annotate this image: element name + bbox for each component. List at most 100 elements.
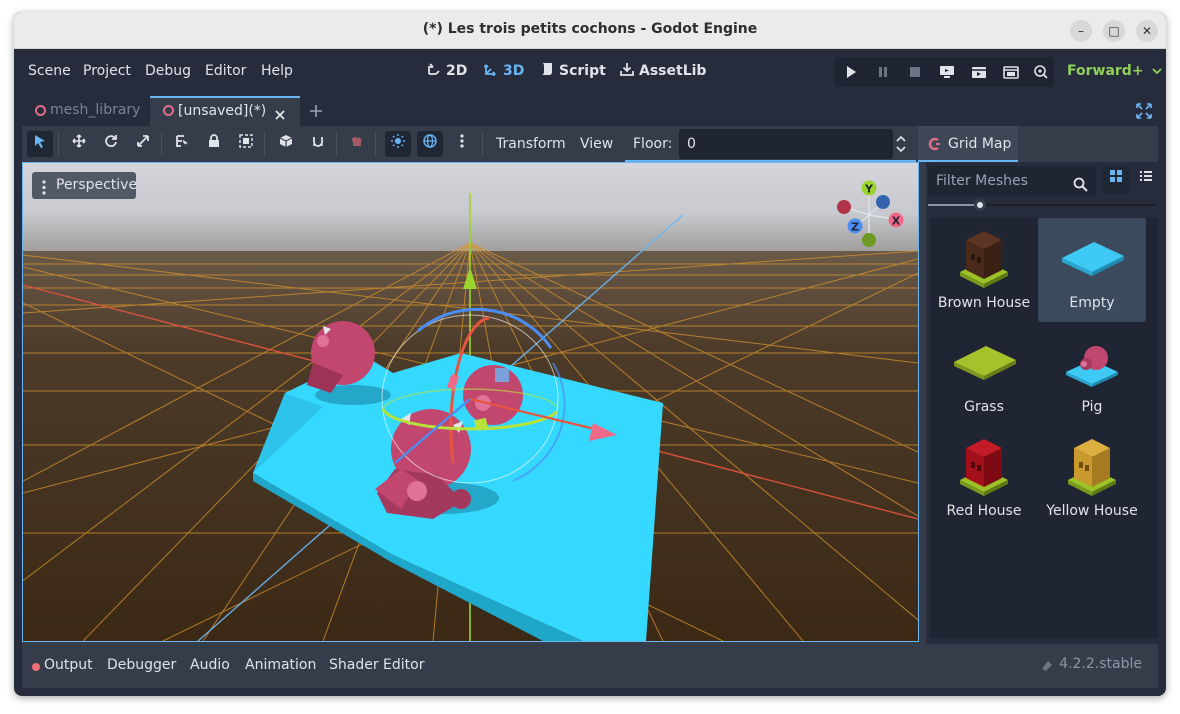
group-button[interactable]: [233, 131, 259, 157]
bottom-tab-animation[interactable]: Animation: [245, 657, 316, 673]
mesh-item-grass[interactable]: Grass: [930, 322, 1038, 426]
move-mode-button[interactable]: [66, 131, 92, 157]
workspace-script-button[interactable]: Script: [540, 62, 606, 80]
list-select-button[interactable]: [169, 131, 195, 157]
red-house-icon: [960, 439, 1008, 496]
workspace-3d-button[interactable]: 3D: [483, 62, 525, 80]
list-icon: [1139, 171, 1153, 187]
workspace-assetlib-button[interactable]: AssetLib: [620, 62, 706, 80]
minimize-button[interactable]: –: [1070, 20, 1092, 42]
window-title: (*) Les trois petits cochons - Godot Eng…: [422, 21, 758, 37]
snap-button[interactable]: [305, 131, 331, 157]
floor-label: Floor:: [633, 136, 673, 152]
menu-editor[interactable]: Editor: [205, 63, 246, 79]
spin-arrows-icon[interactable]: [896, 135, 906, 157]
menu-debug[interactable]: Debug: [145, 63, 191, 79]
mesh-label: Red House: [946, 503, 1022, 519]
grid-view-button[interactable]: [1102, 166, 1130, 194]
mesh-item-red-house[interactable]: Red House: [930, 426, 1038, 530]
floor-spinbox[interactable]: 0: [679, 129, 893, 159]
play-custom-scene-icon[interactable]: [1003, 64, 1019, 80]
workspace-2d-button[interactable]: 2D: [427, 62, 467, 80]
update-spinner-icon: [1040, 659, 1054, 677]
play-icon[interactable]: [843, 64, 859, 80]
gizmo-x-label: X: [892, 215, 901, 228]
zoom-slider[interactable]: [928, 199, 1156, 211]
3d-icon: [483, 62, 498, 80]
transform-menu[interactable]: Transform: [496, 136, 566, 152]
distraction-free-icon[interactable]: [1136, 103, 1152, 123]
floor-value: 0: [687, 136, 696, 152]
tab-mesh-library[interactable]: mesh_library: [22, 96, 150, 126]
assetlib-icon: [620, 62, 634, 80]
mesh-item-pig[interactable]: Pig: [1038, 322, 1146, 426]
more-options-button[interactable]: [449, 131, 475, 157]
menu-scene[interactable]: Scene: [28, 63, 71, 79]
grass-tile-icon: [954, 346, 1016, 380]
perspective-menu-button[interactable]: Perspective: [32, 172, 137, 199]
globe-icon: [423, 134, 437, 152]
renderer-select[interactable]: Forward+: [1067, 63, 1163, 79]
tab-unsaved[interactable]: [unsaved](*): [150, 96, 300, 126]
toolbar-divider: [375, 133, 376, 155]
slider-handle[interactable]: [974, 199, 986, 211]
toolbar-divider: [58, 133, 59, 155]
mesh-label: Brown House: [937, 295, 1031, 311]
movie-maker-icon[interactable]: [1033, 64, 1049, 80]
tab-label: mesh_library: [50, 102, 141, 118]
pig-icon: [1066, 346, 1118, 387]
lock-button[interactable]: [201, 131, 227, 157]
sun-preview-button[interactable]: [385, 131, 411, 157]
play-scene-icon[interactable]: [971, 64, 987, 80]
rotate-icon: [104, 135, 118, 152]
maximize-button[interactable]: □: [1103, 20, 1125, 42]
mesh-label: Yellow House: [1046, 503, 1138, 519]
remote-debug-icon[interactable]: [939, 64, 955, 80]
bottom-tab-debugger[interactable]: Debugger: [107, 657, 176, 673]
mesh-list: Brown House Empty Grass Pig Red House Ye…: [930, 218, 1158, 638]
workspace-3d-label: 3D: [503, 63, 525, 79]
3d-viewport[interactable]: Y X Z Perspective: [22, 162, 919, 642]
view-menu[interactable]: View: [580, 136, 613, 152]
local-space-button[interactable]: [273, 131, 299, 157]
bottom-tab-shader-editor[interactable]: Shader Editor: [329, 657, 424, 673]
cursor-icon: [33, 135, 47, 152]
bottom-tab-output[interactable]: Output: [44, 657, 93, 673]
mesh-item-yellow-house[interactable]: Yellow House: [1038, 426, 1146, 530]
environment-preview-button[interactable]: [417, 131, 443, 157]
toolbar-divider: [482, 133, 483, 155]
mesh-label: Grass: [964, 399, 1004, 415]
pig-model-2[interactable]: [463, 365, 523, 425]
godot-window: (*) Les trois petits cochons - Godot Eng…: [14, 12, 1166, 696]
camera-icon: [350, 136, 364, 152]
scale-icon: [136, 135, 150, 152]
pause-icon[interactable]: [875, 64, 891, 80]
floor-panel: Floor: 0: [625, 126, 916, 162]
rotate-mode-button[interactable]: [98, 131, 124, 157]
group-icon: [239, 134, 253, 152]
brown-house-icon: [960, 231, 1008, 288]
scene-tabs: mesh_library [unsaved](*): [22, 96, 1158, 126]
select-mode-button[interactable]: [27, 131, 53, 157]
stop-icon[interactable]: [907, 64, 923, 80]
list-select-icon: [175, 135, 189, 152]
gridmap-tab[interactable]: Grid Map: [918, 126, 1018, 162]
menu-project[interactable]: Project: [83, 63, 131, 79]
chevron-down-icon: [1152, 63, 1163, 79]
close-window-button[interactable]: ✕: [1136, 20, 1158, 42]
list-view-button[interactable]: [1132, 166, 1160, 194]
camera-preview-button[interactable]: [344, 131, 370, 157]
mesh-item-brown-house[interactable]: Brown House: [930, 218, 1038, 322]
filter-placeholder: Filter Meshes: [936, 173, 1028, 189]
add-tab-icon[interactable]: [308, 103, 324, 123]
menu-help[interactable]: Help: [261, 63, 293, 79]
filter-meshes-input[interactable]: Filter Meshes: [928, 166, 1096, 196]
scale-mode-button[interactable]: [130, 131, 156, 157]
empty-tile-icon: [1062, 242, 1124, 276]
2d-icon: [427, 62, 441, 80]
cube-icon: [279, 135, 293, 152]
mesh-item-empty[interactable]: Empty: [1038, 218, 1146, 322]
bottom-tab-audio[interactable]: Audio: [190, 657, 230, 673]
move-icon: [72, 134, 86, 152]
3d-scene[interactable]: Y X Z: [23, 163, 918, 641]
